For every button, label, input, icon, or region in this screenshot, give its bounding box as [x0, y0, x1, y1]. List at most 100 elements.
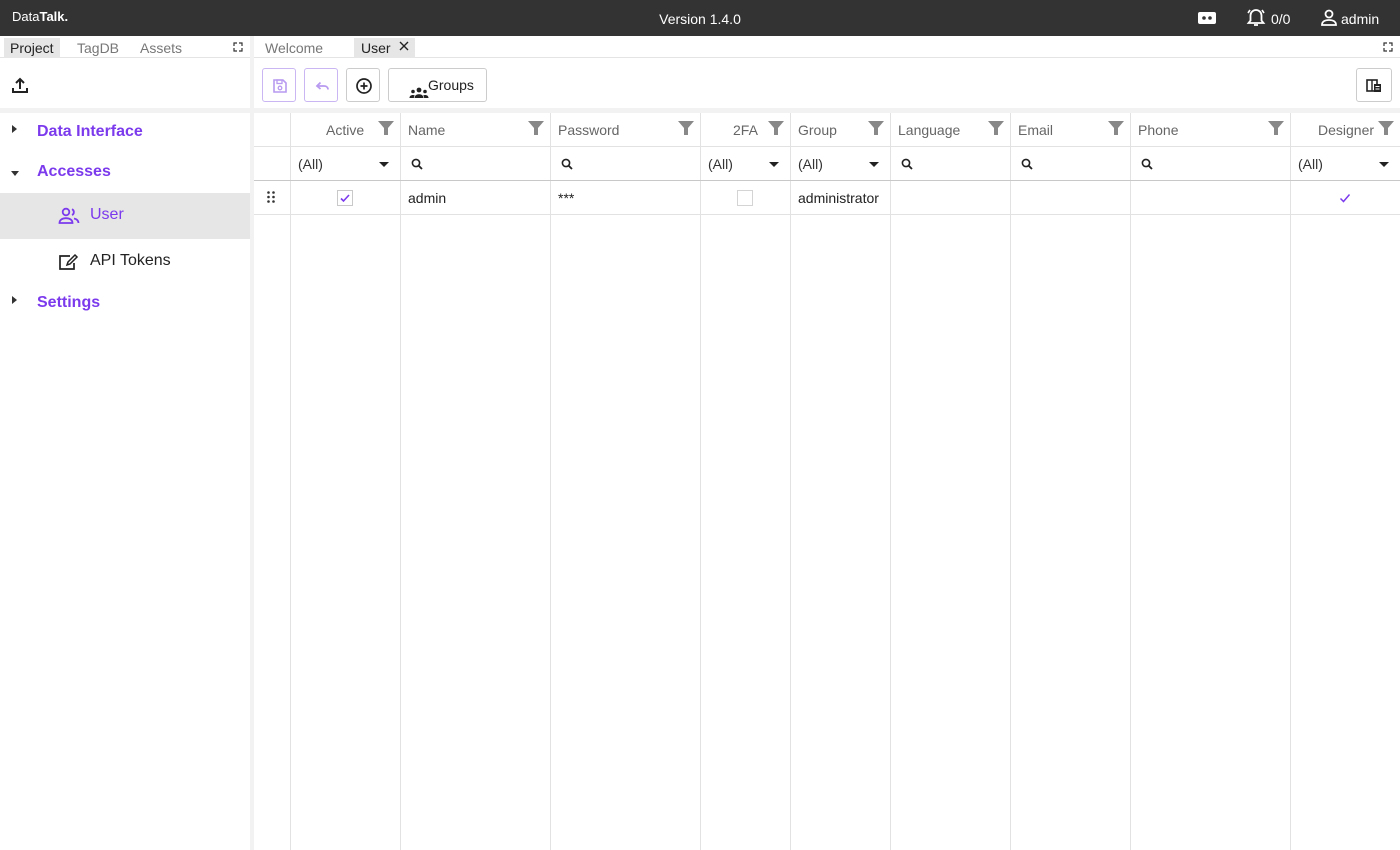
- search-icon: [561, 158, 573, 170]
- filter-icon[interactable]: [678, 121, 694, 135]
- tab-project[interactable]: Project: [4, 38, 60, 58]
- tree-node-settings[interactable]: Settings: [0, 284, 250, 324]
- cell-text: ***: [558, 190, 575, 206]
- users-icon: [58, 207, 80, 225]
- designer-check-icon[interactable]: [1339, 192, 1351, 204]
- cell-email[interactable]: [1011, 181, 1130, 215]
- cell-phone[interactable]: [1131, 181, 1290, 215]
- left-tab-bar: Project TagDB Assets: [0, 36, 250, 58]
- undo-button[interactable]: [304, 68, 338, 102]
- cell-group[interactable]: administrator: [791, 181, 890, 215]
- groups-label: Groups: [428, 77, 474, 93]
- filter-name-input[interactable]: [401, 147, 550, 181]
- header-label: Name: [408, 122, 446, 138]
- monitor-icon[interactable]: [1197, 10, 1217, 26]
- top-bar: DataTalk. Version 1.4.0 0/0 admin: [0, 0, 1400, 36]
- filter-language-input[interactable]: [891, 147, 1010, 181]
- filter-password-input[interactable]: [551, 147, 700, 181]
- filter-icon[interactable]: [1378, 121, 1394, 135]
- tab-assets[interactable]: Assets: [134, 38, 188, 58]
- header-label: Group: [798, 122, 837, 138]
- tree-label-accesses[interactable]: Accesses: [37, 163, 111, 181]
- groups-button[interactable]: Groups: [388, 68, 487, 102]
- column-header-designer[interactable]: Designer: [1291, 113, 1400, 147]
- upload-icon[interactable]: [11, 76, 31, 96]
- add-user-button[interactable]: [346, 68, 380, 102]
- search-icon: [1141, 158, 1153, 170]
- filter-icon[interactable]: [528, 121, 544, 135]
- filter-active-select[interactable]: (All): [291, 147, 400, 181]
- filter-email-input[interactable]: [1011, 147, 1130, 181]
- cell-name[interactable]: admin: [401, 181, 550, 215]
- column-header-group[interactable]: Group: [791, 113, 890, 147]
- tab-user[interactable]: User: [354, 38, 415, 58]
- header-label: Phone: [1138, 122, 1179, 138]
- save-button[interactable]: [262, 68, 296, 102]
- expand-icon[interactable]: [1383, 42, 1393, 52]
- tree-label-api-tokens[interactable]: API Tokens: [90, 252, 171, 270]
- column-header-password[interactable]: Password: [551, 113, 700, 147]
- column-header-phone[interactable]: Phone: [1131, 113, 1290, 147]
- tab-user-label: User: [361, 40, 391, 56]
- tree-label-settings[interactable]: Settings: [37, 294, 100, 312]
- filter-icon[interactable]: [1108, 121, 1124, 135]
- filter-value: (All): [298, 156, 323, 172]
- search-icon: [411, 158, 423, 170]
- alarm-icon[interactable]: [1245, 8, 1267, 28]
- tab-welcome[interactable]: Welcome: [257, 38, 331, 58]
- alarm-count[interactable]: 0/0: [1271, 11, 1290, 27]
- filter-icon[interactable]: [1268, 121, 1284, 135]
- caret-right-icon[interactable]: [12, 296, 17, 304]
- 2fa-checkbox[interactable]: [737, 190, 753, 206]
- header-label: Password: [558, 122, 620, 138]
- tree-node-accesses[interactable]: Accesses: [0, 153, 250, 193]
- tab-tagdb[interactable]: TagDB: [71, 38, 125, 58]
- filter-designer-select[interactable]: (All): [1291, 147, 1400, 181]
- column-chooser-button[interactable]: [1356, 68, 1392, 102]
- column-header-name[interactable]: Name: [401, 113, 550, 147]
- search-icon: [1021, 158, 1033, 170]
- tree-label-data-interface[interactable]: Data Interface: [37, 123, 143, 141]
- filter-2fa-select[interactable]: (All): [701, 147, 790, 181]
- header-label: Email: [1018, 122, 1054, 138]
- column-divider: [790, 113, 791, 850]
- expand-icon[interactable]: [233, 42, 243, 52]
- column-header-email[interactable]: Email: [1011, 113, 1130, 147]
- filter-icon[interactable]: [768, 121, 784, 135]
- tree-item-api-tokens[interactable]: API Tokens: [0, 239, 250, 285]
- tree-node-data-interface[interactable]: Data Interface: [0, 113, 250, 153]
- column-divider: [1290, 113, 1291, 850]
- caret-right-icon[interactable]: [12, 125, 17, 133]
- column-divider: [400, 113, 401, 850]
- cell-password[interactable]: ***: [551, 181, 700, 215]
- cell-language[interactable]: [891, 181, 1010, 215]
- filter-icon[interactable]: [988, 121, 1004, 135]
- filter-value: (All): [708, 156, 733, 172]
- active-checkbox[interactable]: [337, 190, 353, 206]
- tree-item-user[interactable]: User: [0, 193, 250, 239]
- toolbar: Groups: [254, 58, 1400, 108]
- filter-phone-input[interactable]: [1131, 147, 1290, 181]
- cell-text: administrator: [798, 190, 879, 206]
- search-icon: [901, 158, 913, 170]
- filter-value: (All): [798, 156, 823, 172]
- project-panel: Project TagDB Assets Data Interface Acce…: [0, 36, 250, 850]
- editor-tab-bar: Welcome User: [254, 36, 1400, 58]
- filter-icon[interactable]: [868, 121, 884, 135]
- tree-label-user[interactable]: User: [90, 206, 124, 224]
- column-divider: [700, 113, 701, 850]
- column-divider: [890, 113, 891, 850]
- column-header-language[interactable]: Language: [891, 113, 1010, 147]
- current-user[interactable]: admin: [1341, 11, 1379, 27]
- column-divider: [550, 113, 551, 850]
- caret-down-icon[interactable]: [11, 171, 19, 176]
- column-header-2fa[interactable]: 2FA: [701, 113, 790, 147]
- filter-value: (All): [1298, 156, 1323, 172]
- drag-handle-icon[interactable]: [267, 191, 275, 203]
- column-header-active[interactable]: Active: [291, 113, 400, 147]
- close-icon[interactable]: [399, 41, 409, 51]
- user-icon[interactable]: [1319, 8, 1339, 28]
- filter-group-select[interactable]: (All): [791, 147, 890, 181]
- column-divider: [290, 113, 291, 850]
- filter-icon[interactable]: [378, 121, 394, 135]
